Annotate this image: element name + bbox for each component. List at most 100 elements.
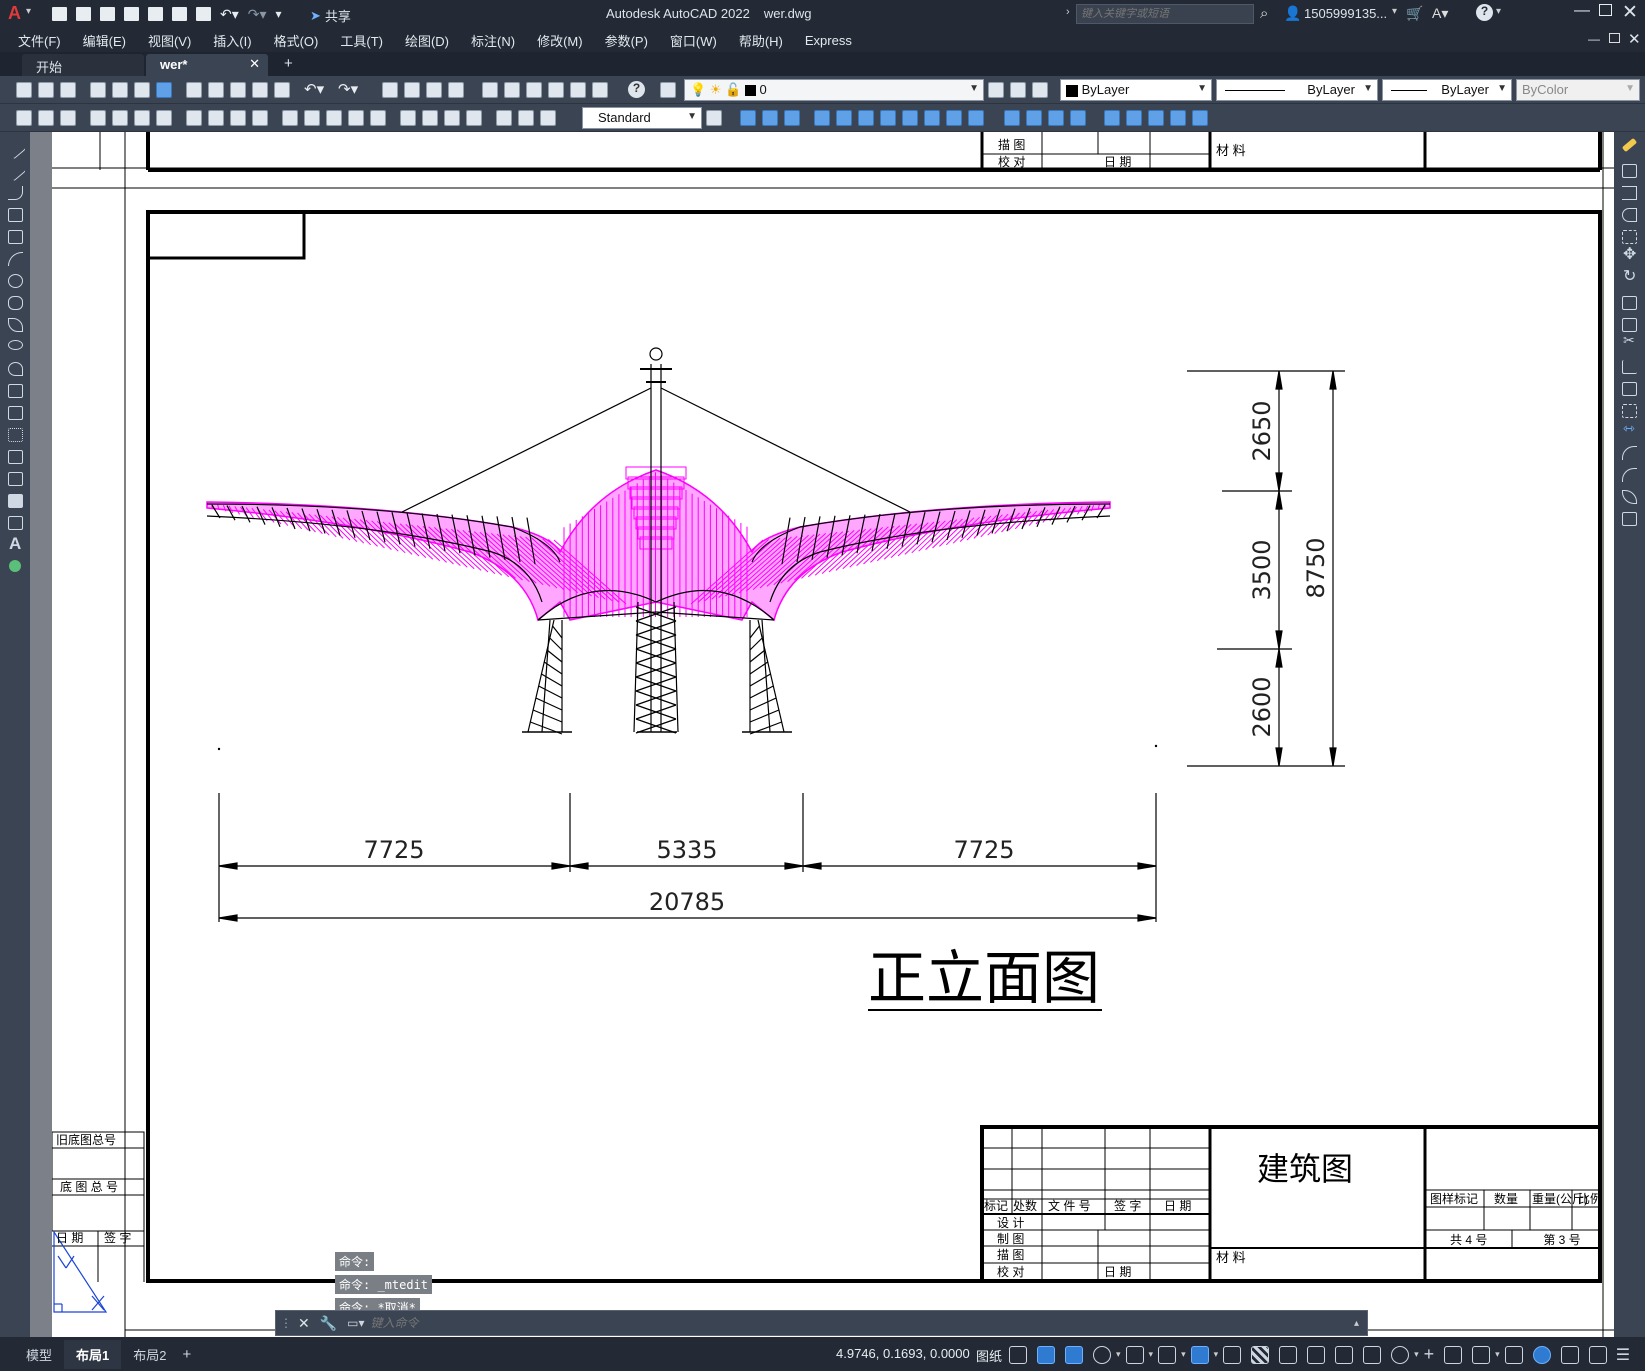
save-icon[interactable] <box>100 7 115 21</box>
linetype-dropdown[interactable]: ByLayer ▼ <box>1216 79 1378 101</box>
3d-cylinder-icon[interactable] <box>836 110 852 126</box>
add-selected-icon[interactable] <box>9 560 21 572</box>
break-at-point-icon[interactable] <box>1622 382 1637 396</box>
3d-mirror-icon[interactable] <box>1192 110 1208 126</box>
zoom-previous-icon[interactable] <box>448 82 464 98</box>
modify-tool-icon[interactable] <box>16 110 32 126</box>
3d-sphere-icon[interactable] <box>814 110 830 126</box>
dim-style-manager-icon[interactable] <box>706 110 722 126</box>
block-editor-icon[interactable] <box>274 82 290 98</box>
trim-icon[interactable]: ✂ <box>1623 332 1635 349</box>
mirror-icon[interactable] <box>1622 186 1637 200</box>
annotation-visibility-icon[interactable] <box>1363 1345 1382 1364</box>
tab-start[interactable]: 开始 <box>22 54 144 76</box>
sheet-set-icon[interactable] <box>548 82 564 98</box>
search-input[interactable] <box>1076 4 1254 24</box>
extend-icon[interactable] <box>1622 360 1637 374</box>
inspect-icon[interactable] <box>444 110 460 126</box>
diameter-dim-icon[interactable] <box>230 110 246 126</box>
new-tab-plus-icon[interactable]: + <box>284 55 293 72</box>
lineweight-dropdown[interactable]: ByLayer ▼ <box>1382 79 1512 101</box>
layer-dropdown[interactable]: 💡 ☀ 🔓 0 ▼ <box>684 79 984 101</box>
ortho-icon[interactable] <box>1065 1345 1083 1364</box>
zoom-realtime-icon[interactable] <box>404 82 420 98</box>
stretch-icon[interactable] <box>1622 318 1637 332</box>
3d-revolve-icon[interactable] <box>946 110 962 126</box>
polar-chevron-icon[interactable]: ▾ <box>1116 1349 1121 1360</box>
drawing-canvas[interactable]: 描 图 校 对 日 期 材 料 旧底图总号 底 图 总 号 日 期 签 字 77… <box>52 132 1614 1337</box>
autodesk-a360-icon[interactable]: A▾ <box>1432 5 1448 22</box>
menu-dimension[interactable]: 标注(N) <box>460 31 526 50</box>
3d-rotate-icon[interactable] <box>1126 110 1142 126</box>
new-file-icon[interactable] <box>52 7 67 21</box>
command-customize-icon[interactable]: 🔧 <box>320 1315 337 1332</box>
doc-restore-icon[interactable] <box>1609 33 1620 43</box>
3d-align-icon[interactable] <box>1148 110 1164 126</box>
design-center-icon[interactable] <box>504 82 520 98</box>
search-icon[interactable]: ⌕ <box>1260 5 1268 22</box>
fillet-icon[interactable] <box>1622 468 1637 482</box>
plot-icon[interactable] <box>196 7 211 21</box>
menu-express[interactable]: Express <box>794 33 863 48</box>
spline-tool-icon[interactable] <box>8 318 23 332</box>
make-block-icon[interactable] <box>8 406 23 420</box>
undo-tool-icon[interactable]: ↶▾ <box>304 80 324 98</box>
lock-ui-icon[interactable] <box>1472 1345 1491 1364</box>
user-menu-chevron-icon[interactable]: ▾ <box>1392 6 1397 17</box>
publish-icon[interactable] <box>134 82 150 98</box>
isolate-objects-icon[interactable] <box>1504 1345 1523 1364</box>
layer-state-icon[interactable] <box>1032 82 1048 98</box>
osnap-chevron-icon[interactable]: ▾ <box>1214 1349 1219 1360</box>
annotation-monitor-plus-icon[interactable]: + <box>1424 1344 1435 1365</box>
space-dim-icon[interactable] <box>348 110 364 126</box>
chamfer-icon[interactable] <box>1622 446 1637 460</box>
union-icon[interactable] <box>1004 110 1020 126</box>
gradient-tool-icon[interactable] <box>8 472 23 486</box>
jogged-dim-icon[interactable] <box>208 110 224 126</box>
pan-icon[interactable] <box>382 82 398 98</box>
rotate-icon[interactable]: ↻ <box>1623 266 1636 286</box>
3d-box-icon[interactable] <box>740 110 756 126</box>
center-mark-icon[interactable] <box>422 110 438 126</box>
layer-properties-icon[interactable] <box>660 82 676 98</box>
tab-wer[interactable]: wer* ✕ <box>146 54 268 76</box>
paste-icon[interactable] <box>230 82 246 98</box>
minimize-icon[interactable]: — <box>1574 2 1590 20</box>
angular-dim-icon[interactable] <box>252 110 268 126</box>
insert-block-icon[interactable] <box>8 384 23 398</box>
redo-icon[interactable]: ↷▾ <box>248 7 267 21</box>
quick-dim-icon[interactable] <box>282 110 298 126</box>
table-tool-icon[interactable] <box>8 516 23 530</box>
menu-parametric[interactable]: 参数(P) <box>594 31 659 50</box>
revision-cloud-icon[interactable] <box>8 296 23 310</box>
menu-help[interactable]: 帮助(H) <box>728 31 794 50</box>
offset-icon[interactable] <box>1622 208 1637 222</box>
3d-polysolid-icon[interactable] <box>902 110 918 126</box>
plotstyle-dropdown[interactable]: ByColor ▼ <box>1516 79 1640 101</box>
menu-insert[interactable]: 插入(I) <box>202 31 262 50</box>
point-tool-icon[interactable] <box>8 428 23 442</box>
customize-qat-icon[interactable]: ▾ <box>276 7 282 21</box>
layer-tool-icon[interactable] <box>60 110 76 126</box>
save-web-icon[interactable] <box>172 7 187 21</box>
open-icon[interactable] <box>38 82 54 98</box>
lineweight-toggle-icon[interactable] <box>1223 1345 1242 1364</box>
add-layout-plus-icon[interactable]: + <box>182 1346 191 1363</box>
autocad-logo-icon[interactable]: A <box>8 3 28 25</box>
layout-tab-layout2[interactable]: 布局2 <box>121 1340 178 1369</box>
transparency-icon[interactable] <box>1251 1345 1270 1364</box>
3d-extrude-icon[interactable] <box>924 110 940 126</box>
explode-icon[interactable] <box>1622 512 1637 526</box>
color-dropdown[interactable]: ByLayer ▼ <box>1060 79 1212 101</box>
maximize-icon[interactable] <box>1599 4 1612 16</box>
coordinate-readout[interactable]: 4.9746, 0.1693, 0.0000 <box>836 1346 970 1361</box>
properties-icon[interactable] <box>482 82 498 98</box>
menu-edit[interactable]: 编辑(E) <box>72 31 137 50</box>
3d-torus-icon[interactable] <box>858 110 874 126</box>
save-as-icon[interactable] <box>124 7 139 21</box>
hardware-acceleration-icon[interactable] <box>1532 1345 1551 1364</box>
ordinate-dim-icon[interactable] <box>156 110 172 126</box>
copy-icon[interactable] <box>208 82 224 98</box>
zoom-window-icon[interactable] <box>426 82 442 98</box>
save-tool-icon[interactable] <box>60 82 76 98</box>
